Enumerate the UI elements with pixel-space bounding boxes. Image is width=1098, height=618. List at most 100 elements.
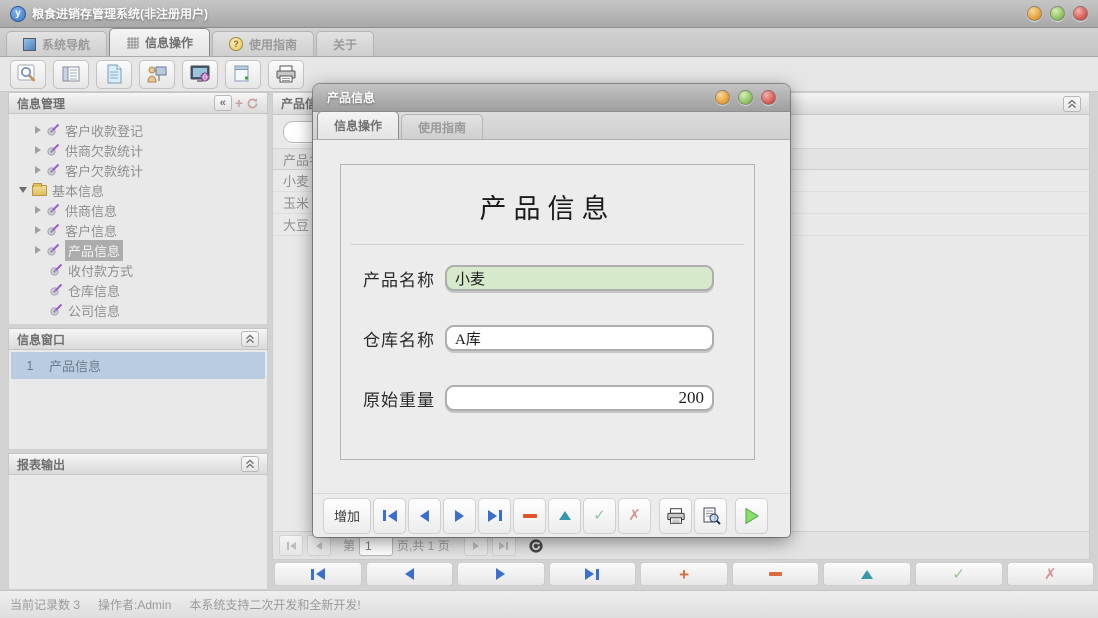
- printer-button[interactable]: [268, 60, 304, 89]
- dialog-minimize-button[interactable]: [715, 90, 730, 105]
- form-title: 产品信息: [341, 187, 754, 226]
- edit-record-button[interactable]: [823, 562, 911, 586]
- print-button[interactable]: [659, 498, 692, 534]
- refresh-icon[interactable]: [246, 97, 259, 110]
- monitor-button[interactable]: [182, 60, 218, 89]
- add-button[interactable]: 增加: [323, 498, 371, 534]
- collapse-up-icon[interactable]: [1063, 96, 1081, 112]
- dialog-titlebar: 产品信息: [313, 84, 790, 112]
- expand-arrow-icon[interactable]: [35, 166, 41, 174]
- tree-item[interactable]: 客户收款登记: [9, 120, 267, 140]
- first-record-icon: [316, 568, 325, 580]
- run-button[interactable]: [735, 498, 768, 534]
- tab-about[interactable]: 关于: [316, 31, 374, 56]
- cancel-button[interactable]: ✗: [1007, 562, 1095, 586]
- first-record-button[interactable]: [274, 562, 362, 586]
- prev-record-button[interactable]: [408, 498, 441, 534]
- tree-item[interactable]: 公司信息: [9, 300, 267, 320]
- next-record-button[interactable]: [457, 562, 545, 586]
- original-weight-input[interactable]: [445, 385, 714, 411]
- first-page-button[interactable]: [279, 535, 303, 556]
- info-manage-panel: 信息管理 « + 客户收款登记 供商欠款统计 客户欠款统计: [8, 92, 268, 325]
- maximize-button[interactable]: [1050, 6, 1065, 21]
- confirm-button[interactable]: ✓: [915, 562, 1003, 586]
- add-record-button[interactable]: +: [640, 562, 728, 586]
- tool-icon: [49, 303, 63, 317]
- cancel-button[interactable]: ✗: [618, 498, 651, 534]
- page-number-input[interactable]: [359, 536, 393, 556]
- dialog-maximize-button[interactable]: [738, 90, 753, 105]
- refresh-icon[interactable]: [528, 538, 544, 554]
- report-output-header: 报表输出: [8, 453, 268, 475]
- warehouse-name-input[interactable]: [445, 325, 714, 351]
- search-button[interactable]: [10, 60, 46, 89]
- tree-item[interactable]: 供商欠款统计: [9, 140, 267, 160]
- expand-arrow-icon[interactable]: [35, 206, 41, 214]
- collapse-arrow-icon[interactable]: [19, 187, 27, 193]
- report-output-panel: 报表输出: [8, 453, 268, 590]
- tool-icon: [49, 263, 63, 277]
- tree-item-selected[interactable]: 产品信息: [9, 240, 267, 260]
- printer-icon: [275, 65, 297, 83]
- expand-arrow-icon[interactable]: [35, 226, 41, 234]
- collapse-up-icon[interactable]: [241, 331, 259, 347]
- dialog-close-button[interactable]: [761, 90, 776, 105]
- user-panel-button[interactable]: [139, 60, 175, 89]
- tool-icon: [46, 123, 60, 137]
- cross-icon: ✗: [1044, 567, 1057, 582]
- delete-record-button[interactable]: [513, 498, 546, 534]
- minus-icon: [769, 572, 782, 576]
- tool-icon: [46, 223, 60, 237]
- last-page-button[interactable]: [492, 535, 516, 556]
- cross-icon: ✗: [628, 508, 641, 523]
- product-form: 产品信息 产品名称 仓库名称 原始重量: [340, 164, 755, 460]
- dialog-title: 产品信息: [327, 89, 375, 106]
- tree-item[interactable]: 收付款方式: [9, 260, 267, 280]
- plus-icon[interactable]: +: [235, 95, 243, 111]
- record-count: 当前记录数 3: [10, 596, 80, 613]
- tool-icon: [46, 243, 60, 257]
- prev-record-button[interactable]: [366, 562, 454, 586]
- tree-item[interactable]: 供商信息: [9, 200, 267, 220]
- confirm-button[interactable]: ✓: [583, 498, 616, 534]
- edit-record-button[interactable]: [548, 498, 581, 534]
- prev-page-button[interactable]: [307, 535, 331, 556]
- first-record-button[interactable]: [373, 498, 406, 534]
- collapse-up-icon[interactable]: [241, 456, 259, 472]
- next-page-button[interactable]: [464, 535, 488, 556]
- tab-user-guide[interactable]: ? 使用指南: [212, 31, 314, 56]
- expand-arrow-icon[interactable]: [35, 246, 41, 254]
- minus-icon: [523, 514, 537, 518]
- document-button[interactable]: [96, 60, 132, 89]
- tab-system-nav[interactable]: 系统导航: [6, 31, 107, 56]
- monitor-icon: [189, 64, 211, 84]
- add-window-icon: [233, 64, 253, 84]
- product-name-input[interactable]: [445, 265, 714, 291]
- tree-item[interactable]: 客户欠款统计: [9, 160, 267, 180]
- preview-icon: [701, 507, 721, 525]
- document-icon: [105, 64, 123, 84]
- list-view-button[interactable]: [53, 60, 89, 89]
- dialog-button-bar: 增加 ✓ ✗: [313, 493, 790, 537]
- next-record-icon: [455, 510, 464, 522]
- tree-item[interactable]: 客户信息: [9, 220, 267, 240]
- last-record-button[interactable]: [478, 498, 511, 534]
- tree-item[interactable]: 仓库信息: [9, 280, 267, 300]
- next-record-button[interactable]: [443, 498, 476, 534]
- dialog-tab-user-guide[interactable]: 使用指南: [401, 114, 483, 139]
- tab-info-operation[interactable]: 信息操作: [109, 28, 210, 56]
- minimize-button[interactable]: [1027, 6, 1042, 21]
- expand-arrow-icon[interactable]: [35, 126, 41, 134]
- delete-record-button[interactable]: [732, 562, 820, 586]
- list-item[interactable]: 1 产品信息: [11, 352, 265, 379]
- dialog-body: 产品信息 产品名称 仓库名称 原始重量: [313, 140, 790, 493]
- tree-item-folder[interactable]: 基本信息: [9, 180, 267, 200]
- preview-button[interactable]: [694, 498, 727, 534]
- close-button[interactable]: [1073, 6, 1088, 21]
- add-window-button[interactable]: [225, 60, 261, 89]
- collapse-left-icon[interactable]: «: [214, 95, 232, 111]
- first-record-icon: [388, 510, 397, 522]
- expand-arrow-icon[interactable]: [35, 146, 41, 154]
- dialog-tab-info-operation[interactable]: 信息操作: [317, 111, 399, 139]
- last-record-button[interactable]: [549, 562, 637, 586]
